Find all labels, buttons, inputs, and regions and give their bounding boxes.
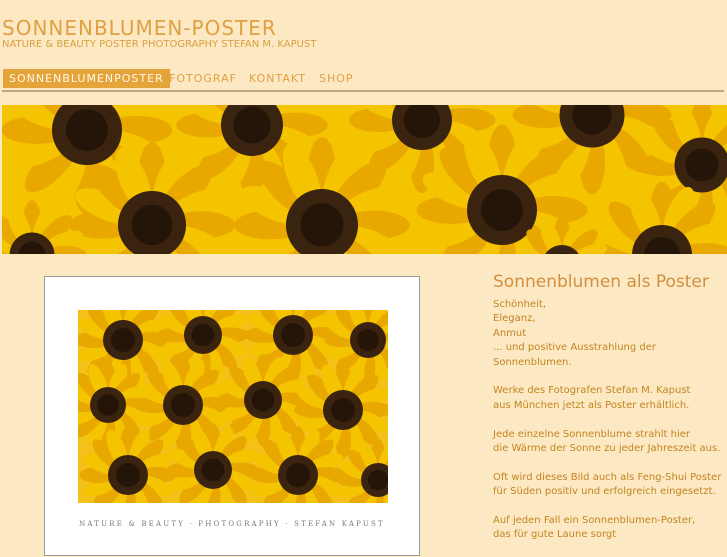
sidebar-line: Oft wird dieses Bild auch als Feng-Shui … (493, 471, 725, 485)
sidebar-line: Anmut (493, 327, 725, 341)
sidebar-line: ... und positive Ausstrahlung der (493, 341, 725, 355)
nav-item-shop[interactable]: SHOP (319, 69, 354, 88)
nav-item-kontakt[interactable]: KONTAKT (249, 69, 306, 88)
sidebar-description: Schönheit, Eleganz, Anmut ... und positi… (493, 298, 725, 557)
sidebar-line: Schönheit, (493, 298, 725, 312)
sidebar-line: Sonnenblumen. (493, 356, 725, 370)
sunflower-poster-image (78, 310, 388, 503)
site-title: SONNENBLUMEN-POSTER (2, 16, 277, 40)
poster-caption: NATURE & BEAUTY · PHOTOGRAPHY · STEFAN K… (45, 520, 419, 528)
sidebar-paragraph: Schönheit, Eleganz, Anmut ... und positi… (493, 298, 725, 370)
sidebar-line: aus München jetzt als Poster erhältlich. (493, 399, 725, 413)
sidebar-line: Auf jeden Fall ein Sonnenblumen-Poster, (493, 514, 725, 528)
sidebar-paragraph: Jede einzelne Sonnenblume strahlt hier d… (493, 428, 725, 457)
site-subtitle: NATURE & BEAUTY POSTER PHOTOGRAPHY STEFA… (2, 39, 316, 50)
sunflower-banner-image (2, 105, 727, 254)
sidebar-paragraph: Auf jeden Fall ein Sonnenblumen-Poster, … (493, 514, 725, 543)
nav-item-sonnenblumenposter[interactable]: SONNENBLUMENPOSTER (3, 69, 170, 88)
sidebar-line: Jede einzelne Sonnenblume strahlt hier (493, 428, 725, 442)
sidebar-line: für Süden positiv und erfolgreich einges… (493, 485, 725, 499)
sidebar-heading: Sonnenblumen als Poster (493, 272, 709, 292)
sidebar-line: das für gute Laune sorgt (493, 528, 725, 542)
poster-preview[interactable]: NATURE & BEAUTY · PHOTOGRAPHY · STEFAN K… (44, 276, 420, 556)
sidebar-line: die Wärme der Sonne zu jeder Jahreszeit … (493, 442, 725, 456)
sidebar-paragraph: Werke des Fotografen Stefan M. Kapust au… (493, 384, 725, 413)
sidebar-paragraph: Oft wird dieses Bild auch als Feng-Shui … (493, 471, 725, 500)
nav-item-fotograf[interactable]: FOTOGRAF (169, 69, 237, 88)
sidebar-line: Werke des Fotografen Stefan M. Kapust (493, 384, 725, 398)
main-navigation: SONNENBLUMENPOSTER FOTOGRAF KONTAKT SHOP (2, 69, 724, 92)
sidebar-line: Eleganz, (493, 312, 725, 326)
